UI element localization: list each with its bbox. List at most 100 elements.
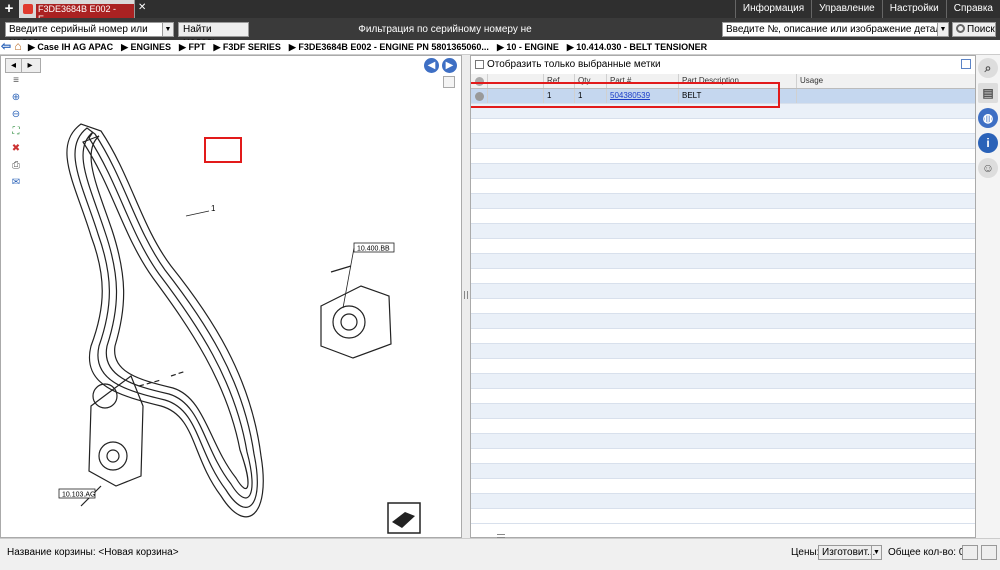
document-icon xyxy=(23,4,33,14)
empty-row xyxy=(471,134,975,149)
breadcrumb-item[interactable]: ▶ F3DE3684B E002 - ENGINE PN 5801365060.… xyxy=(285,42,493,53)
chevron-down-icon[interactable]: ▼ xyxy=(162,23,173,36)
parts-toolbar: Отобразить только выбранные метки xyxy=(471,56,975,73)
prices-label: Цены: xyxy=(791,547,820,558)
search-icon xyxy=(956,24,965,33)
status-bar: Название корзины: <Новая корзина> Цены: … xyxy=(0,538,1000,570)
cart-icon[interactable] xyxy=(981,545,997,560)
marker-highlight xyxy=(204,137,242,163)
empty-rows xyxy=(471,104,975,524)
globe-icon[interactable]: ◍ xyxy=(978,108,998,128)
chevron-down-icon[interactable]: ▼ xyxy=(937,23,948,36)
find-model-button[interactable]: Найти модель xyxy=(178,22,249,48)
empty-row xyxy=(471,404,975,419)
breadcrumb: ⇦ ⌂ ▶ Case IH AG APAC ▶ ENGINES ▶ FPT ▶ … xyxy=(0,40,1000,55)
empty-row xyxy=(471,119,975,134)
back-arrow-icon[interactable]: ⇦ xyxy=(0,40,12,53)
menu-settings[interactable]: Настройки xyxy=(881,0,946,18)
empty-row xyxy=(471,479,975,494)
empty-row xyxy=(471,284,975,299)
menu-help[interactable]: Справка xyxy=(945,0,1000,18)
empty-row xyxy=(471,434,975,449)
parts-table: Ref. Qty. Part # Part Description Usage … xyxy=(471,74,975,524)
pane-splitter[interactable] xyxy=(462,55,470,538)
search-button[interactable]: Поиск xyxy=(952,22,996,37)
cart-value[interactable]: <Новая корзина> xyxy=(98,547,178,558)
empty-row xyxy=(471,269,975,284)
right-toolbar: ⌕ ▤ ◍ i ☺ xyxy=(976,55,1000,538)
empty-row xyxy=(471,359,975,374)
empty-row xyxy=(471,374,975,389)
breadcrumb-item[interactable]: ▶ FPT xyxy=(175,42,209,53)
part-search-placeholder: Введите №, описание или изображение дета… xyxy=(726,24,947,35)
home-icon[interactable]: ⌂ xyxy=(12,40,24,53)
diagram-pane: ◂ ▸ ◀ ▶ ≡ ⊕ ⊖ ⛶ ✖ ⎙ ✉ 10.400.BB 10.103.A… xyxy=(0,55,462,538)
diagram-nav: ◀ ▶ xyxy=(424,58,457,73)
serial-model-input[interactable]: Введите серийный номер или модель ▼ xyxy=(5,22,174,48)
usage-cell xyxy=(797,89,975,103)
price-type-select[interactable]: Изготовит... ▼ xyxy=(818,545,882,560)
chevron-down-icon[interactable]: ▼ xyxy=(871,546,881,559)
price-type-value: Изготовит... xyxy=(822,547,876,558)
empty-row xyxy=(471,194,975,209)
menu-info[interactable]: Информация xyxy=(734,0,811,18)
callout-10-103-ag[interactable]: 10.103.AG xyxy=(58,488,95,499)
show-selected-label: Отобразить только выбранные метки xyxy=(487,59,661,70)
callout-label: 10.400.BB xyxy=(357,246,390,253)
breadcrumb-item[interactable]: ▶ 10.414.030 - BELT TENSIONER xyxy=(563,42,711,53)
menu-manage[interactable]: Управление xyxy=(811,0,882,18)
breadcrumb-item[interactable]: ▶ ENGINES xyxy=(117,42,175,53)
empty-row xyxy=(471,209,975,224)
empty-row xyxy=(471,494,975,509)
empty-row xyxy=(471,509,975,524)
next-page-icon[interactable]: ▸ xyxy=(22,59,38,72)
callout-10-400-bb[interactable]: 10.400.BB xyxy=(342,242,395,309)
empty-row xyxy=(471,314,975,329)
next-diagram-button[interactable]: ▶ xyxy=(442,58,457,73)
catalog-icon[interactable]: ▤ xyxy=(978,83,998,103)
copy-icon[interactable] xyxy=(962,545,978,560)
empty-row xyxy=(471,164,975,179)
empty-row xyxy=(471,464,975,479)
empty-row xyxy=(471,419,975,434)
parts-pane: Отобразить только выбранные метки Ref. Q… xyxy=(470,55,976,538)
empty-row xyxy=(471,224,975,239)
breadcrumb-item[interactable]: ▶ 10 - ENGINE xyxy=(493,42,563,53)
cart-label: Название корзины: xyxy=(7,547,96,558)
empty-row xyxy=(471,329,975,344)
part-search-input[interactable]: Введите №, описание или изображение дета… xyxy=(722,22,949,37)
top-menu: Информация Управление Настройки Справка xyxy=(734,0,1000,18)
show-selected-checkbox[interactable] xyxy=(475,60,484,69)
ref-marker-1[interactable]: 1 xyxy=(185,204,216,217)
empty-row xyxy=(471,149,975,164)
ref-marker-label: 1 xyxy=(211,204,216,213)
new-tab-button[interactable]: + xyxy=(0,0,18,18)
cart-name[interactable]: Название корзины: <Новая корзина> xyxy=(7,547,179,558)
splitter-grip-icon[interactable] xyxy=(464,291,468,299)
info-icon[interactable]: i xyxy=(978,133,998,153)
user-icon[interactable]: ☺ xyxy=(978,158,998,178)
detail-box-icon[interactable] xyxy=(387,502,421,534)
search-label: Поиск xyxy=(967,24,995,35)
previous-page-icon[interactable]: ◂ xyxy=(6,59,22,72)
empty-row xyxy=(471,299,975,314)
search-bar: Введите серийный номер или модель ▼ Найт… xyxy=(0,18,1000,50)
empty-row xyxy=(471,389,975,404)
row-highlight xyxy=(471,82,780,108)
tab-close-button[interactable]: ✕ xyxy=(138,2,146,13)
document-tab[interactable]: F3DE3684B E002 - E... xyxy=(19,0,135,24)
search-icon[interactable]: ⌕ xyxy=(978,58,998,78)
column-header-usage[interactable]: Usage xyxy=(797,74,975,88)
panel-option-icon[interactable] xyxy=(961,59,971,69)
breadcrumb-item[interactable]: ▶ Case IH AG APAC xyxy=(24,42,117,53)
breadcrumb-item[interactable]: ▶ F3DF SERIES xyxy=(209,42,284,53)
empty-row xyxy=(471,344,975,359)
empty-row xyxy=(471,254,975,269)
total-quantity: Общее кол-во: 0 xyxy=(888,547,965,558)
empty-row xyxy=(471,179,975,194)
top-bar: + F3DE3684B E002 - E... ✕ Информация Упр… xyxy=(0,0,1000,24)
empty-row xyxy=(471,449,975,464)
empty-row xyxy=(471,239,975,254)
prev-diagram-button[interactable]: ◀ xyxy=(424,58,439,73)
pane-nav-toolbar: ◂ ▸ xyxy=(5,58,41,73)
